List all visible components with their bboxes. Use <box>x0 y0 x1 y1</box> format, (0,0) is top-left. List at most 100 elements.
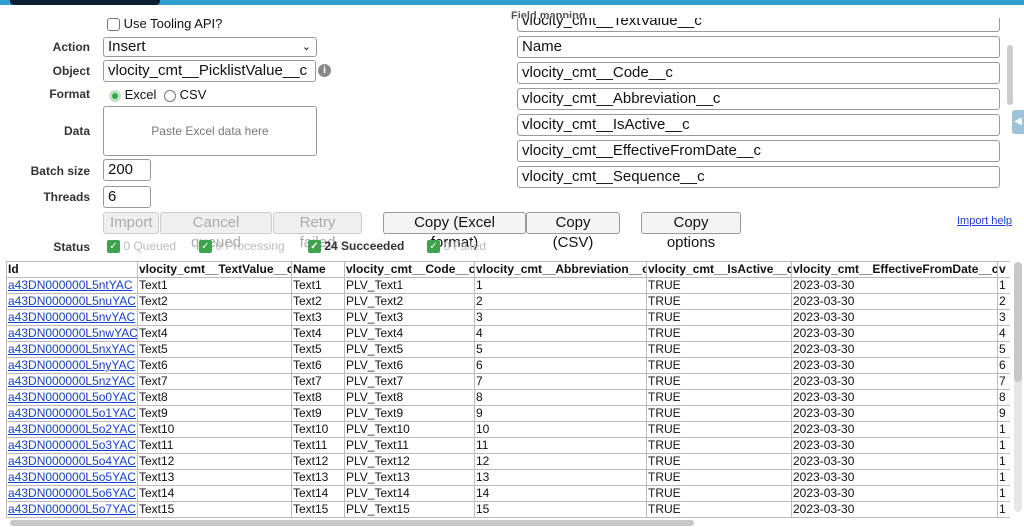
table-cell: Text11 <box>137 437 292 454</box>
table-cell: 5 <box>474 341 647 358</box>
table-cell: a43DN000000L5nyYAC <box>6 357 138 374</box>
radio-csv[interactable]: CSV <box>160 87 206 102</box>
table-cell: Text10 <box>137 421 292 438</box>
record-id-link[interactable]: a43DN000000L5o3YAC <box>8 439 136 453</box>
record-id-link[interactable]: a43DN000000L5o1YAC <box>8 407 136 421</box>
tooling-api-checkbox[interactable]: Use Tooling API? <box>107 16 222 32</box>
status-queued[interactable]: ✓ 0 Queued <box>107 239 177 254</box>
table-row: a43DN000000L5o3YAC Text11 Text11 PLV_Text11… <box>6 437 1010 454</box>
status-label: Status <box>53 240 90 254</box>
processing-label: 0 Processing <box>215 239 285 253</box>
column-header[interactable]: vlocity_cmt__Abbreviation__c <box>474 261 647 278</box>
table-cell: 1 <box>997 437 1010 454</box>
table-cell: 2023-03-30 <box>791 405 998 422</box>
radio-excel[interactable]: Excel <box>109 87 156 102</box>
info-icon[interactable]: i <box>318 64 331 77</box>
field-mapping-input[interactable]: vlocity_cmt__IsActive__c <box>517 114 1000 136</box>
status-failed[interactable]: ✓ 0 Failed <box>427 239 486 254</box>
record-id-link[interactable]: a43DN000000L5nyYAC <box>8 359 135 373</box>
queued-label: 0 Queued <box>123 239 177 253</box>
field-mapping-input[interactable]: vlocity_cmt__TextValue__c <box>517 18 1000 32</box>
table-cell: TRUE <box>646 389 792 406</box>
record-id-link[interactable]: a43DN000000L5o2YAC <box>8 423 136 437</box>
cancel-queued-button[interactable]: Cancel queued <box>160 212 272 251</box>
record-id-link[interactable]: a43DN000000L5nvYAC <box>8 311 135 325</box>
column-header[interactable]: vlocity_cmt__EffectiveFromDate__c <box>791 261 998 278</box>
import-button[interactable]: Import <box>103 212 159 234</box>
table-cell: PLV_Text13 <box>344 469 475 486</box>
record-id-link[interactable]: a43DN000000L5nuYAC <box>8 295 136 309</box>
table-cell: Text4 <box>137 325 292 342</box>
table-cell: Text13 <box>291 469 345 486</box>
column-header[interactable]: Id <box>6 261 138 278</box>
table-cell: TRUE <box>646 453 792 470</box>
data-textarea[interactable]: Paste Excel data here <box>103 106 317 156</box>
table-cell: PLV_Text2 <box>344 293 475 310</box>
table-cell: 7 <box>474 373 647 390</box>
copy-csv-button[interactable]: Copy (CSV) <box>526 212 620 251</box>
record-id-link[interactable]: a43DN000000L5o4YAC <box>8 455 136 469</box>
format-radio-group: Excel CSV <box>109 87 206 102</box>
table-horizontal-scrollbar[interactable] <box>10 520 694 526</box>
table-cell: 9 <box>474 405 647 422</box>
status-succeeded[interactable]: ✓ 24 Succeeded <box>308 239 404 254</box>
table-cell: a43DN000000L5nvYAC <box>6 309 138 326</box>
record-id-link[interactable]: a43DN000000L5o7YAC <box>8 503 136 517</box>
table-cell: 2023-03-30 <box>791 437 998 454</box>
column-header[interactable]: vlocity_cmt__TextValue__c <box>137 261 292 278</box>
action-select[interactable]: Insert ⌄ <box>103 37 317 57</box>
retry-failed-button[interactable]: Retry failed <box>273 212 362 251</box>
table-cell: 1 <box>474 277 647 294</box>
record-id-link[interactable]: a43DN000000L5nxYAC <box>8 343 135 357</box>
table-row: a43DN000000L5o4YAC Text12 Text12 PLV_Text12… <box>6 453 1010 470</box>
side-panel-toggle-icon[interactable]: ◀ <box>1012 110 1024 134</box>
copy-options-button[interactable]: Copy options <box>641 212 741 251</box>
copy-excel-button[interactable]: Copy (Excel format) <box>383 212 526 251</box>
field-mapping-input[interactable]: vlocity_cmt__Abbreviation__c <box>517 88 1000 110</box>
record-id-link[interactable]: a43DN000000L5o0YAC <box>8 391 136 405</box>
table-row: a43DN000000L5ntYAC Text1 Text1 PLV_Text1 1 TR… <box>6 277 1010 294</box>
table-vertical-scrollbar[interactable] <box>1014 262 1022 512</box>
table-cell: 13 <box>474 469 647 486</box>
table-cell: Text14 <box>291 485 345 502</box>
table-cell: 7 <box>997 373 1010 390</box>
table-cell: a43DN000000L5o5YAC <box>6 469 138 486</box>
table-row: a43DN000000L5nwYAC Text4 Text4 PLV_Text4 4 TR… <box>6 325 1010 342</box>
field-mapping-input[interactable]: vlocity_cmt__Sequence__c <box>517 166 1000 188</box>
column-header[interactable]: vlocity_cmt__IsActive__c <box>646 261 792 278</box>
column-header[interactable]: vlocity_cmt__Code__c <box>344 261 475 278</box>
table-cell: 5 <box>997 341 1010 358</box>
table-cell: 8 <box>997 389 1010 406</box>
action-label: Action <box>52 40 90 54</box>
record-id-link[interactable]: a43DN000000L5o6YAC <box>8 487 136 501</box>
record-id-link[interactable]: a43DN000000L5nzYAC <box>8 375 135 389</box>
column-header[interactable]: Name <box>291 261 345 278</box>
batch-size-input[interactable]: 200 <box>103 159 151 181</box>
table-cell: Text3 <box>291 309 345 326</box>
object-label: Object <box>52 64 90 78</box>
table-cell: 2023-03-30 <box>791 469 998 486</box>
field-mapping-input[interactable]: Name <box>517 36 1000 58</box>
table-cell: 2023-03-30 <box>791 341 998 358</box>
field-mapping-input[interactable]: vlocity_cmt__Code__c <box>517 62 1000 84</box>
table-cell: 15 <box>474 501 647 518</box>
import-help-link[interactable]: Import help <box>957 215 1012 227</box>
object-input[interactable]: vlocity_cmt__PicklistValue__c <box>103 60 316 82</box>
column-header[interactable]: v <box>997 261 1010 278</box>
status-processing[interactable]: ✓ 0 Processing <box>199 239 285 254</box>
record-id-link[interactable]: a43DN000000L5nwYAC <box>8 327 137 341</box>
record-id-link[interactable]: a43DN000000L5ntYAC <box>8 279 133 293</box>
table-cell: Text6 <box>137 357 292 374</box>
table-cell: 6 <box>997 357 1010 374</box>
record-id-link[interactable]: a43DN000000L5o5YAC <box>8 471 136 485</box>
field-mapping-input[interactable]: vlocity_cmt__EffectiveFromDate__c <box>517 140 1000 162</box>
table-header-row: Id vlocity_cmt__TextValue__c Name vlocity_c… <box>6 261 1010 278</box>
table-cell: 8 <box>474 389 647 406</box>
table-cell: Text13 <box>137 469 292 486</box>
table-cell: 2 <box>997 293 1010 310</box>
table-cell: TRUE <box>646 501 792 518</box>
checkbox[interactable] <box>107 18 120 32</box>
threads-input[interactable]: 6 <box>103 186 151 208</box>
table-cell: 1 <box>997 277 1010 294</box>
field-mapping-scrollbar[interactable] <box>1007 45 1013 105</box>
